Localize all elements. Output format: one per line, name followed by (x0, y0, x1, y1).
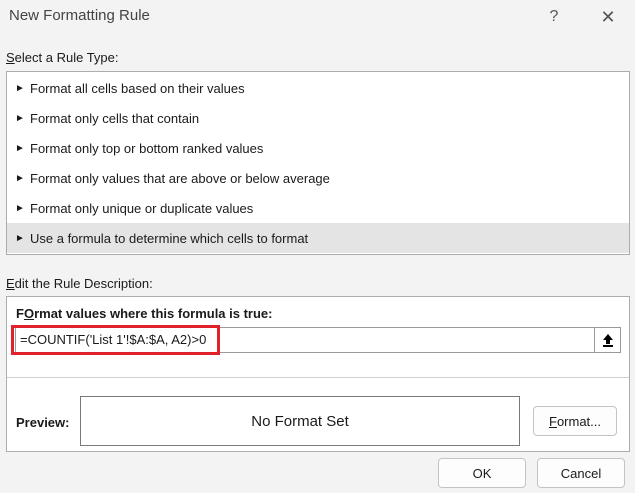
formula-heading: FOrmat values where this formula is true… (16, 306, 273, 321)
rule-item-label: Use a formula to determine which cells t… (30, 230, 309, 246)
format-button[interactable]: Format... (533, 406, 617, 436)
rule-item-all-cells[interactable]: ► Format all cells based on their values (7, 73, 629, 103)
arrow-right-icon: ► (15, 142, 25, 154)
rule-item-use-formula[interactable]: ► Use a formula to determine which cells… (7, 223, 629, 253)
arrow-right-icon: ► (15, 232, 25, 244)
ok-button[interactable]: OK (438, 458, 526, 488)
preview-box: No Format Set (80, 396, 520, 446)
arrow-right-icon: ► (15, 172, 25, 184)
help-button[interactable]: ? (541, 4, 567, 30)
arrow-right-icon: ► (15, 202, 25, 214)
rule-item-cells-contain[interactable]: ► Format only cells that contain (7, 103, 629, 133)
rule-description-label: Edit the Rule Description: (6, 276, 153, 291)
help-icon: ? (549, 8, 559, 25)
divider (7, 377, 629, 378)
arrow-right-icon: ► (15, 82, 25, 94)
collapse-arrow-icon (602, 334, 613, 347)
rule-item-label: Format only top or bottom ranked values (30, 140, 264, 156)
preview-label: Preview: (16, 415, 70, 430)
rule-item-label: Format all cells based on their values (30, 80, 245, 96)
rule-item-label: Format only values that are above or bel… (30, 170, 330, 186)
rule-item-top-bottom[interactable]: ► Format only top or bottom ranked value… (7, 133, 629, 163)
rule-description-box: FOrmat values where this formula is true… (6, 296, 630, 452)
rule-item-above-below-average[interactable]: ► Format only values that are above or b… (7, 163, 629, 193)
collapse-dialog-button[interactable] (595, 327, 621, 353)
rule-item-unique-duplicate[interactable]: ► Format only unique or duplicate values (7, 193, 629, 223)
title-bar: New Formatting Rule ? ✕ (0, 0, 635, 34)
arrow-right-icon: ► (15, 112, 25, 124)
close-button[interactable]: ✕ (595, 4, 621, 30)
dialog-title: New Formatting Rule (9, 7, 150, 24)
rule-item-label: Format only cells that contain (30, 110, 200, 126)
rule-item-label: Format only unique or duplicate values (30, 200, 254, 216)
preview-text: No Format Set (251, 412, 349, 430)
formula-input[interactable]: =COUNTIF('List 1'!$A:$A, A2)>0 (15, 327, 595, 353)
rule-type-list[interactable]: ► Format all cells based on their values… (6, 71, 630, 255)
close-icon: ✕ (600, 6, 616, 27)
rule-type-label: Select a Rule Type: (6, 50, 119, 65)
new-formatting-rule-dialog: New Formatting Rule ? ✕ Select a Rule Ty… (0, 0, 635, 493)
cancel-button[interactable]: Cancel (537, 458, 625, 488)
